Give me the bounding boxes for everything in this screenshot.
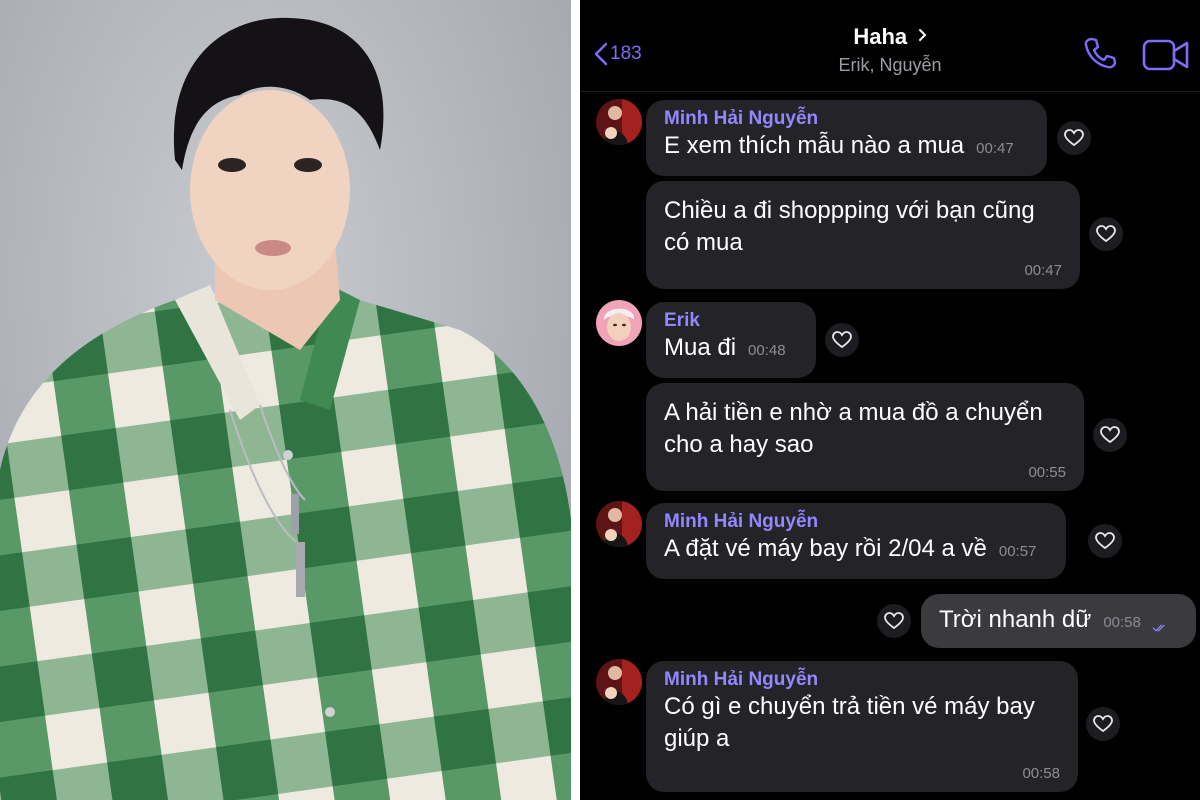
like-button[interactable]: [1086, 707, 1120, 741]
call-button[interactable]: [1083, 36, 1117, 75]
message-time: 00:57: [998, 543, 1037, 560]
message-time: 00:58: [1103, 614, 1141, 631]
heart-icon: [1095, 532, 1115, 550]
message-text: Trời nhanh dữ: [939, 606, 1092, 633]
sender-name: Erik: [664, 310, 700, 331]
message-text: A đặt vé máy bay rồi 2/04 a về: [664, 535, 987, 562]
heart-icon: [832, 331, 852, 349]
sender-name: Minh Hải Nguyễn: [664, 669, 819, 690]
message-bubble[interactable]: Minh Hải Nguyễn Có gì e chuyển trả tiền …: [646, 661, 1078, 792]
chat-screen: 183 Haha Erik, Nguyễn Minh Hải Nguyễn E …: [580, 0, 1200, 800]
outgoing-message-bubble[interactable]: Trời nhanh dữ 00:58: [921, 594, 1196, 648]
video-camera-icon: [1142, 39, 1189, 71]
chevron-right-icon: [918, 29, 927, 41]
message-text: E xem thích mẫu nào a mua: [664, 132, 965, 159]
message-time: 00:58: [1022, 765, 1060, 782]
avatar-minh-hai-image: [596, 659, 642, 705]
heart-icon: [1096, 225, 1116, 243]
message-time: 00:48: [748, 342, 786, 359]
video-call-button[interactable]: [1142, 38, 1190, 77]
like-button[interactable]: [1057, 121, 1091, 155]
like-button[interactable]: [1093, 418, 1127, 452]
chat-header: 183 Haha Erik, Nguyễn: [580, 0, 1200, 92]
read-receipt-icon: [1152, 624, 1165, 632]
message-text: Có gì e chuyển trả tiền vé máy bay giúp …: [664, 693, 1035, 752]
message-bubble[interactable]: Minh Hải Nguyễn A đặt vé máy bay rồi 2/0…: [646, 503, 1066, 579]
avatar-minh-hai-image: [596, 501, 642, 547]
avatar[interactable]: [596, 501, 642, 547]
message-text: A hải tiền e nhờ a mua đồ a chuyển cho a…: [664, 399, 1043, 458]
avatar-minh-hai-image: [596, 99, 642, 145]
message-text: Chiều a đi shoppping với bạn cũng có mua: [664, 197, 1035, 256]
like-button[interactable]: [1088, 524, 1122, 558]
avatar[interactable]: [596, 659, 642, 705]
avatar-erik-image: [596, 300, 642, 346]
phone-icon: [1084, 37, 1117, 69]
chat-title: Haha: [853, 24, 908, 49]
message-time: 00:55: [1028, 464, 1066, 481]
heart-icon: [1100, 426, 1120, 444]
sender-name: Minh Hải Nguyễn: [664, 108, 819, 129]
panel-divider: [571, 0, 580, 800]
message-bubble[interactable]: A hải tiền e nhờ a mua đồ a chuyển cho a…: [646, 383, 1084, 491]
header-divider: [580, 91, 1200, 92]
portrait-photo: [0, 0, 571, 800]
avatar[interactable]: [596, 300, 642, 346]
like-button[interactable]: [825, 323, 859, 357]
message-bubble[interactable]: Minh Hải Nguyễn E xem thích mẫu nào a mu…: [646, 100, 1047, 176]
message-text: Mua đi: [664, 334, 737, 361]
like-button[interactable]: [1089, 217, 1123, 251]
sender-name: Minh Hải Nguyễn: [664, 511, 819, 532]
message-bubble[interactable]: Erik Mua đi 00:48: [646, 302, 816, 378]
like-button[interactable]: [877, 604, 911, 638]
heart-icon: [1064, 129, 1084, 147]
avatar[interactable]: [596, 99, 642, 145]
message-time: 00:47: [976, 140, 1014, 157]
heart-icon: [884, 612, 904, 630]
message-time: 00:47: [1024, 262, 1062, 279]
message-bubble[interactable]: Chiều a đi shoppping với bạn cũng có mua…: [646, 181, 1080, 289]
heart-icon: [1093, 715, 1113, 733]
